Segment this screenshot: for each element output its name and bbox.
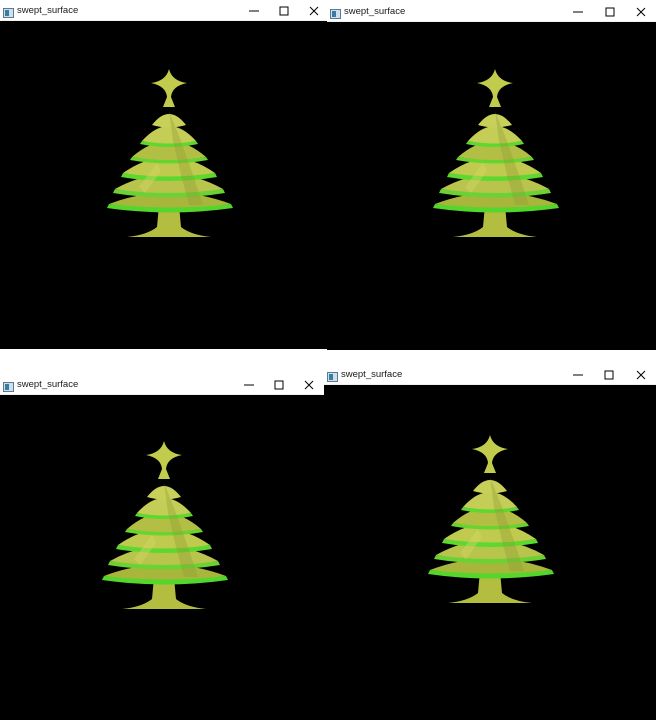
maximize-button[interactable] (264, 374, 294, 395)
minimize-button[interactable] (563, 1, 593, 22)
close-icon (636, 7, 646, 16)
render-canvas[interactable] (324, 385, 656, 720)
close-icon (636, 370, 646, 379)
render-canvas[interactable] (0, 21, 327, 349)
minimize-icon (573, 11, 583, 12)
title-bar[interactable]: swept_surface (0, 0, 327, 21)
tree-render (94, 439, 234, 619)
window-bottom-right: swept_surface (324, 364, 656, 720)
app-window-icon (3, 379, 14, 392)
close-button[interactable] (299, 0, 329, 21)
minimize-button[interactable] (563, 364, 593, 385)
window-top-right: swept_surface (327, 1, 656, 350)
title-bar[interactable]: swept_surface (327, 1, 656, 22)
maximize-icon (605, 7, 615, 16)
minimize-button[interactable] (239, 0, 269, 21)
render-canvas[interactable] (327, 22, 656, 350)
minimize-icon (244, 384, 254, 385)
tree-render (99, 67, 239, 247)
tree-render (425, 67, 565, 247)
maximize-icon (274, 380, 284, 389)
minimize-button[interactable] (234, 374, 264, 395)
minimize-icon (249, 10, 259, 11)
app-window-icon (3, 5, 14, 18)
maximize-button[interactable] (594, 364, 624, 385)
window-bottom-left: swept_surface (0, 374, 324, 720)
title-bar[interactable]: swept_surface (324, 364, 656, 385)
title-bar[interactable]: swept_surface (0, 374, 324, 395)
window-title: swept_surface (341, 369, 403, 380)
window-title: swept_surface (17, 379, 79, 390)
maximize-icon (279, 6, 289, 15)
tree-render (420, 433, 560, 613)
window-top-left: swept_surface (0, 0, 327, 349)
app-window-icon (327, 369, 338, 382)
maximize-button[interactable] (269, 0, 299, 21)
render-canvas[interactable] (0, 395, 324, 720)
close-icon (304, 380, 314, 389)
maximize-icon (604, 370, 614, 379)
close-button[interactable] (626, 1, 656, 22)
window-title: swept_surface (17, 5, 79, 16)
close-icon (309, 6, 319, 15)
window-title: swept_surface (344, 6, 406, 17)
close-button[interactable] (294, 374, 324, 395)
close-button[interactable] (626, 364, 656, 385)
minimize-icon (573, 374, 583, 375)
app-window-icon (330, 6, 341, 19)
maximize-button[interactable] (595, 1, 625, 22)
